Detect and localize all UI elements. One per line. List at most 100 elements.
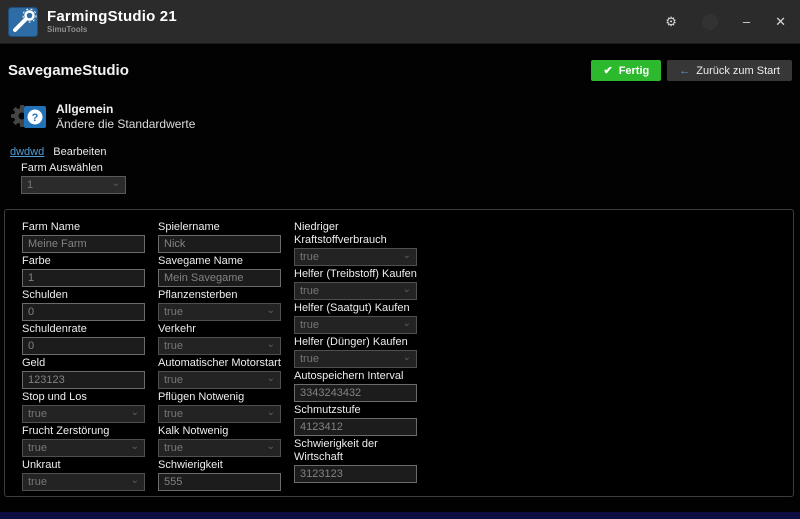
allgemein-gear-question-icon: ? (8, 96, 48, 136)
chevron-down-icon: ⌄ (131, 408, 139, 418)
field-farbe: Farbe (22, 255, 145, 287)
select-value: true (300, 353, 319, 365)
automatischer-motorstart-select[interactable]: true ⌄ (158, 371, 281, 389)
fertig-button[interactable]: ✔ Fertig (591, 60, 661, 81)
chevron-down-icon: ⌄ (112, 179, 120, 189)
chevron-down-icon: ⌄ (131, 476, 139, 486)
helfer-treibstoff-kaufen-label: Helfer (Treibstoff) Kaufen (294, 268, 417, 281)
minimize-icon[interactable]: – (743, 15, 750, 28)
select-value: true (164, 340, 183, 352)
field-pfluegen-notwenig: Pflügen Notwenig true ⌄ (158, 391, 281, 423)
schulden-label: Schulden (22, 289, 145, 302)
pflanzensterben-label: Pflanzensterben (158, 289, 281, 302)
field-schwierigkeit-der-wirtschaft: Schwierigkeit der Wirtschaft (294, 438, 417, 483)
savegame-name-link[interactable]: dwdwd (10, 146, 44, 158)
field-schuldenrate: Schuldenrate (22, 323, 145, 355)
chevron-down-icon: ⌄ (267, 340, 275, 350)
autospeichern-interval-input[interactable] (294, 384, 417, 402)
unkraut-select[interactable]: true ⌄ (22, 473, 145, 491)
field-pflanzensterben: Pflanzensterben true ⌄ (158, 289, 281, 321)
helfer-saatgut-kaufen-label: Helfer (Saatgut) Kaufen (294, 302, 417, 315)
schulden-input[interactable] (22, 303, 145, 321)
automatischer-motorstart-label: Automatischer Motorstart (158, 357, 281, 370)
field-frucht-zerstoerung: Frucht Zerstörung true ⌄ (22, 425, 145, 457)
pfluegen-notwenig-select[interactable]: true ⌄ (158, 405, 281, 423)
form-column-3: Niedriger Kraftstoffverbrauch true ⌄ Hel… (294, 221, 417, 496)
settings-form-panel: Farm Name Farbe Schulden Schuldenrate Ge… (4, 209, 794, 497)
savegame-name-label: Savegame Name (158, 255, 281, 268)
select-value: true (164, 442, 183, 454)
field-niedriger-kraftstoffverbrauch: Niedriger Kraftstoffverbrauch true ⌄ (294, 221, 417, 266)
kalk-notwenig-label: Kalk Notwenig (158, 425, 281, 438)
field-spielername: Spielername (158, 221, 281, 253)
niedriger-kraftstoffverbrauch-select[interactable]: true ⌄ (294, 248, 417, 266)
titlebar: FarmingStudio 21 SimuTools ⚙ – ✕ (0, 0, 800, 44)
select-value: true (28, 408, 47, 420)
select-value: true (164, 306, 183, 318)
verkehr-label: Verkehr (158, 323, 281, 336)
chevron-down-icon: ⌄ (267, 442, 275, 452)
pflanzensterben-select[interactable]: true ⌄ (158, 303, 281, 321)
farm-name-input[interactable] (22, 235, 145, 253)
field-savegame-name: Savegame Name (158, 255, 281, 287)
schwierigkeit-input[interactable] (158, 473, 281, 491)
field-verkehr: Verkehr true ⌄ (158, 323, 281, 355)
field-stop-und-los: Stop und Los true ⌄ (22, 391, 145, 423)
helfer-duenger-kaufen-label: Helfer (Dünger) Kaufen (294, 336, 417, 349)
bottom-accent-bar (0, 512, 800, 519)
spielername-label: Spielername (158, 221, 281, 234)
stop-und-los-label: Stop und Los (22, 391, 145, 404)
bearbeiten-label: Bearbeiten (53, 146, 106, 158)
kalk-notwenig-select[interactable]: true ⌄ (158, 439, 281, 457)
chevron-down-icon: ⌄ (267, 374, 275, 384)
unkraut-label: Unkraut (22, 459, 145, 472)
field-schulden: Schulden (22, 289, 145, 321)
schwierigkeit-label: Schwierigkeit (158, 459, 281, 472)
schuldenrate-input[interactable] (22, 337, 145, 355)
settings-gear-icon[interactable]: ⚙ (665, 15, 677, 28)
frucht-zerstoerung-select[interactable]: true ⌄ (22, 439, 145, 457)
select-value: true (28, 442, 47, 454)
disabled-circle-icon (702, 14, 718, 30)
field-kalk-notwenig: Kalk Notwenig true ⌄ (158, 425, 281, 457)
stop-und-los-select[interactable]: true ⌄ (22, 405, 145, 423)
helfer-treibstoff-kaufen-select[interactable]: true ⌄ (294, 282, 417, 300)
select-value: true (164, 408, 183, 420)
helfer-duenger-kaufen-select[interactable]: true ⌄ (294, 350, 417, 368)
back-to-start-button[interactable]: ← Zurück zum Start (667, 60, 792, 81)
app-logo-icon (8, 7, 38, 37)
select-value: true (300, 319, 319, 331)
schwierigkeit-der-wirtschaft-input[interactable] (294, 465, 417, 483)
spielername-input[interactable] (158, 235, 281, 253)
schwierigkeit-der-wirtschaft-label: Schwierigkeit der Wirtschaft (294, 438, 417, 464)
autospeichern-interval-label: Autospeichern Interval (294, 370, 417, 383)
geld-input[interactable] (22, 371, 145, 389)
chevron-down-icon: ⌄ (403, 285, 411, 295)
chevron-down-icon: ⌄ (131, 442, 139, 452)
check-icon: ✔ (603, 64, 612, 77)
farm-name-label: Farm Name (22, 221, 145, 234)
savegame-name-input[interactable] (158, 269, 281, 287)
svg-text:?: ? (32, 112, 39, 124)
app-subtitle: SimuTools (47, 25, 177, 35)
section-subtitle: Ändere die Standardwerte (56, 117, 195, 132)
verkehr-select[interactable]: true ⌄ (158, 337, 281, 355)
farm-select[interactable]: 1 ⌄ (21, 176, 126, 194)
chevron-down-icon: ⌄ (267, 306, 275, 316)
schmutzstufe-input[interactable] (294, 418, 417, 436)
farm-select-label: Farm Auswählen (21, 162, 126, 175)
chevron-down-icon: ⌄ (403, 251, 411, 261)
chevron-down-icon: ⌄ (267, 408, 275, 418)
frucht-zerstoerung-label: Frucht Zerstörung (22, 425, 145, 438)
field-schwierigkeit: Schwierigkeit (158, 459, 281, 491)
field-schmutzstufe: Schmutzstufe (294, 404, 417, 436)
farbe-input[interactable] (22, 269, 145, 287)
geld-label: Geld (22, 357, 145, 370)
helfer-saatgut-kaufen-select[interactable]: true ⌄ (294, 316, 417, 334)
close-icon[interactable]: ✕ (775, 15, 786, 28)
field-helfer-treibstoff-kaufen: Helfer (Treibstoff) Kaufen true ⌄ (294, 268, 417, 300)
schmutzstufe-label: Schmutzstufe (294, 404, 417, 417)
select-value: true (28, 476, 47, 488)
form-column-2: Spielername Savegame Name Pflanzensterbe… (158, 221, 281, 496)
select-value: true (300, 251, 319, 263)
